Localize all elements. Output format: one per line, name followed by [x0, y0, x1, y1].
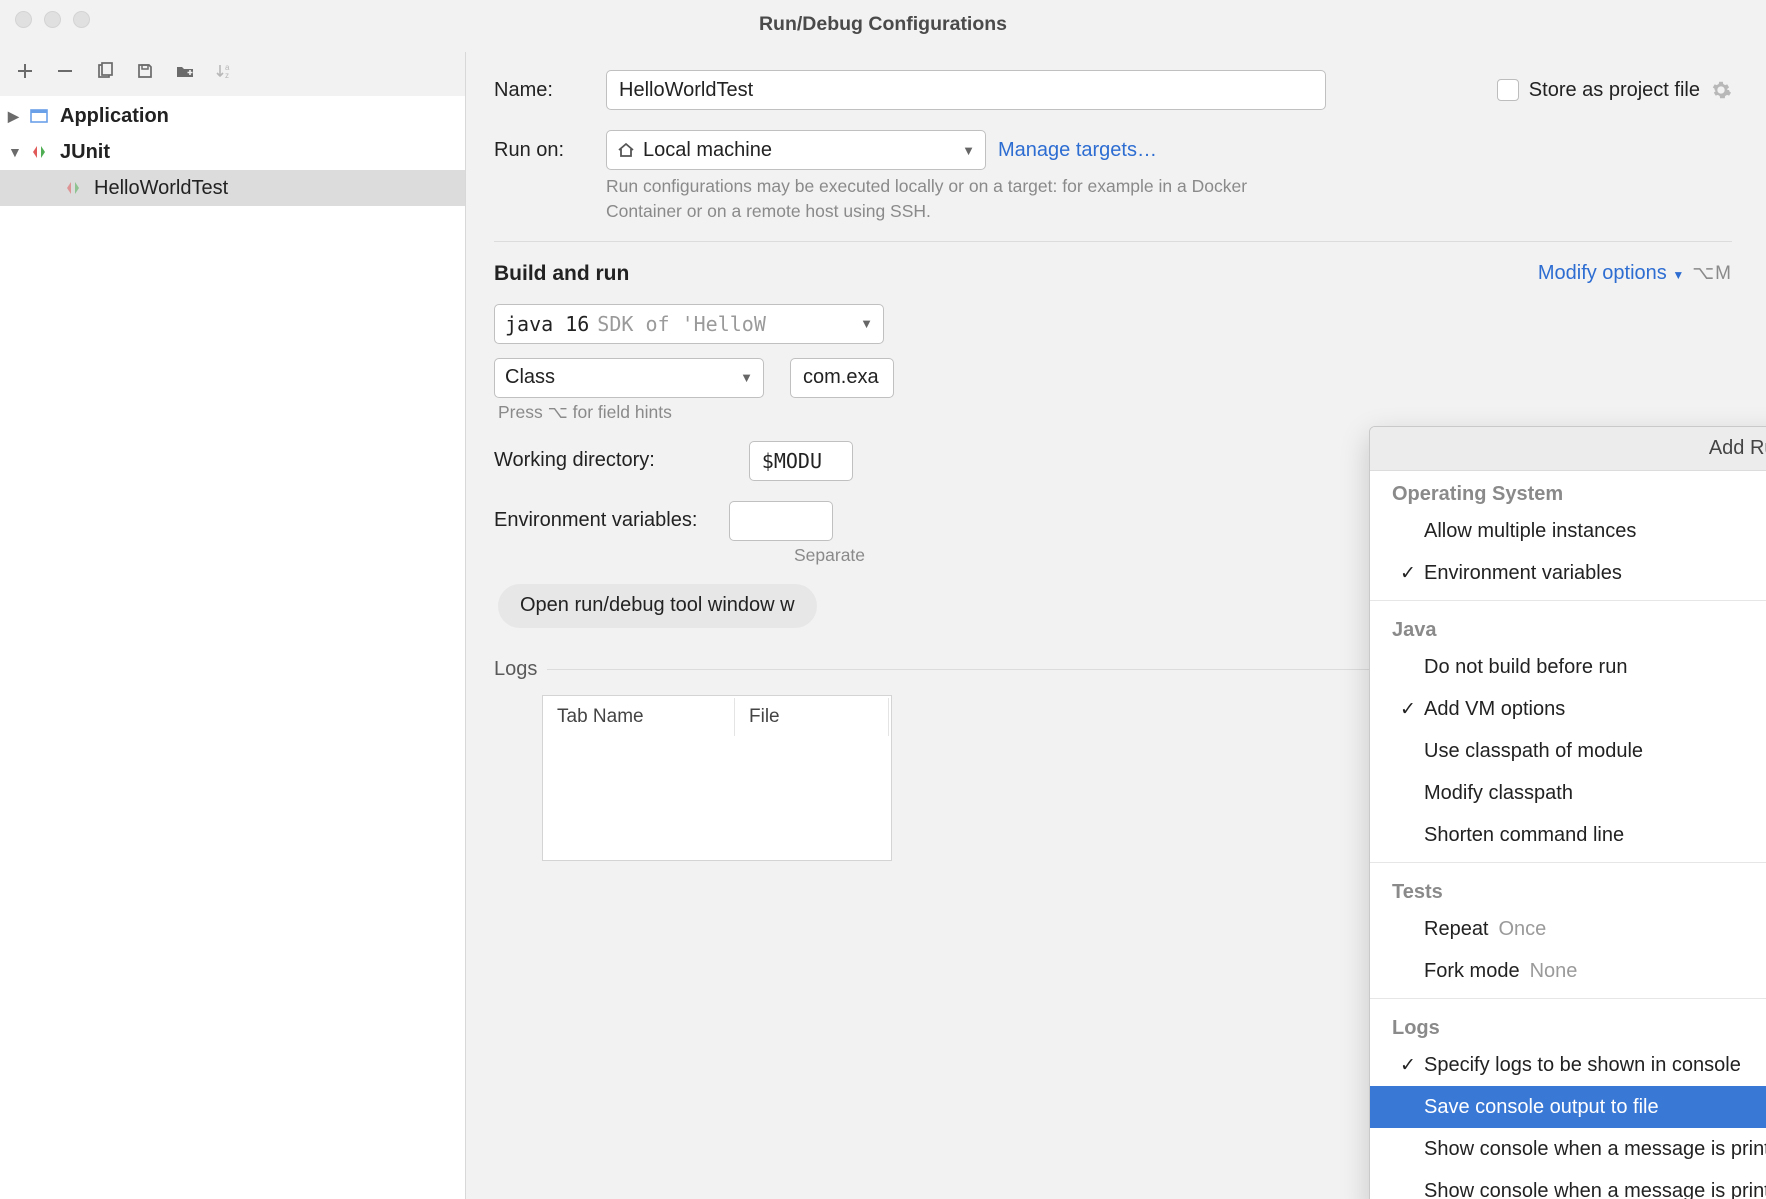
popup-item-shorten-cmdline[interactable]: Shorten command line — [1370, 814, 1766, 856]
runon-select[interactable]: Local machine ▼ — [606, 130, 986, 170]
runon-label: Run on: — [494, 139, 594, 162]
remove-config-icon[interactable] — [54, 60, 76, 82]
junit-icon — [62, 177, 84, 199]
add-config-icon[interactable] — [14, 60, 36, 82]
tree-node-application[interactable]: ▶ Application — [0, 98, 465, 134]
field-hint: Press ⌥ for field hints — [498, 402, 1732, 423]
caret-down-icon: ▼ — [860, 316, 873, 331]
popup-item-add-vm-options[interactable]: ✓ Add VM options ⌃⌥V — [1370, 688, 1766, 730]
class-name-input[interactable] — [790, 358, 894, 398]
build-and-run-title: Build and run — [494, 262, 629, 286]
jdk-select[interactable]: java 16 SDK of 'HelloW ▼ — [494, 304, 884, 344]
working-directory-label: Working directory: — [494, 449, 655, 472]
check-icon: ✓ — [1392, 562, 1424, 585]
chevron-right-icon: ▶ — [8, 108, 22, 125]
pill-label: Open run/debug tool window w — [520, 594, 795, 617]
popup-item-specify-logs[interactable]: ✓ Specify logs to be shown in console — [1370, 1044, 1766, 1086]
manage-targets-link[interactable]: Manage targets… — [998, 139, 1157, 162]
application-icon — [28, 105, 50, 127]
home-icon — [617, 141, 635, 159]
open-tool-window-pill[interactable]: Open run/debug tool window w — [498, 584, 817, 628]
runon-hint: Run configurations may be executed local… — [606, 174, 1286, 225]
configurations-sidebar: az ▶ Application ▼ JUnit HelloWorldTest — [0, 52, 466, 1199]
popup-separator — [1370, 600, 1766, 601]
popup-separator — [1370, 998, 1766, 999]
section-separator — [494, 241, 1732, 242]
config-tree: ▶ Application ▼ JUnit HelloWorldTest — [0, 96, 465, 1199]
popup-title: Add Run Options — [1370, 427, 1766, 471]
modify-options-shortcut: ⌥M — [1692, 262, 1732, 285]
popup-group-os: Operating System — [1370, 471, 1766, 510]
popup-item-use-classpath[interactable]: Use classpath of module ⌃⌥O — [1370, 730, 1766, 772]
sort-config-icon[interactable]: az — [214, 60, 236, 82]
tree-label: Application — [60, 105, 169, 128]
popup-item-show-console-stderr[interactable]: Show console when a message is printed t… — [1370, 1170, 1766, 1199]
logs-table: Tab Name File — [542, 695, 892, 861]
store-as-project-file-checkbox[interactable] — [1497, 79, 1519, 101]
logs-col-tabname: Tab Name — [545, 698, 735, 736]
popup-item-repeat[interactable]: Repeat Once ❯ — [1370, 908, 1766, 950]
tree-node-helloworldtest[interactable]: HelloWorldTest — [0, 170, 465, 206]
caret-down-icon: ▼ — [740, 370, 753, 385]
popup-item-modify-classpath[interactable]: Modify classpath — [1370, 772, 1766, 814]
jdk-secondary: SDK of 'HelloW — [597, 312, 766, 336]
tree-label: HelloWorldTest — [94, 177, 228, 200]
modify-options-link[interactable]: Modify options ▼ — [1538, 262, 1684, 285]
test-kind-value: Class — [505, 366, 555, 389]
tree-node-junit[interactable]: ▼ JUnit — [0, 134, 465, 170]
caret-down-icon: ▼ — [962, 143, 975, 158]
svg-text:z: z — [225, 71, 229, 80]
check-icon: ✓ — [1392, 1054, 1424, 1077]
test-kind-select[interactable]: Class ▼ — [494, 358, 764, 398]
window-title: Run/Debug Configurations — [0, 13, 1766, 36]
popup-item-do-not-build[interactable]: Do not build before run — [1370, 646, 1766, 688]
folder-config-icon[interactable] — [174, 60, 196, 82]
popup-separator — [1370, 862, 1766, 863]
popup-item-allow-multiple-instances[interactable]: Allow multiple instances ⌃⌥U — [1370, 510, 1766, 552]
junit-icon — [28, 141, 50, 163]
popup-item-environment-variables[interactable]: ✓ Environment variables ⌃⌥E — [1370, 552, 1766, 594]
run-debug-config-window: Run/Debug Configurations az ▶ Applicatio… — [0, 0, 1766, 1199]
env-vars-label: Environment variables: — [494, 509, 697, 532]
chevron-down-icon: ▼ — [8, 144, 22, 160]
tree-label: JUnit — [60, 141, 110, 164]
name-input[interactable] — [606, 70, 1326, 110]
popup-item-save-console-output[interactable]: Save console output to file — [1370, 1086, 1766, 1128]
store-as-project-file-label: Store as project file — [1529, 79, 1700, 102]
sidebar-toolbar: az — [0, 52, 465, 96]
popup-group-java: Java — [1370, 607, 1766, 646]
check-icon: ✓ — [1392, 698, 1424, 721]
copy-config-icon[interactable] — [94, 60, 116, 82]
save-config-icon[interactable] — [134, 60, 156, 82]
popup-group-tests: Tests — [1370, 869, 1766, 908]
env-vars-input[interactable] — [729, 501, 833, 541]
jdk-value: java 16 — [505, 312, 589, 336]
logs-section-title: Logs — [494, 658, 537, 681]
popup-item-show-console-stdout[interactable]: Show console when a message is printed t… — [1370, 1128, 1766, 1170]
logs-col-file: File — [737, 698, 889, 736]
working-directory-input[interactable] — [749, 441, 853, 481]
runon-value: Local machine — [643, 139, 772, 162]
config-form: Name: Store as project file Run on: Loca… — [466, 52, 1766, 1199]
name-label: Name: — [494, 79, 594, 102]
gear-icon[interactable] — [1710, 79, 1732, 101]
popup-group-logs: Logs — [1370, 1005, 1766, 1044]
add-run-options-popup: Add Run Options Operating System Allow m… — [1369, 426, 1766, 1199]
popup-item-fork-mode[interactable]: Fork mode None ❯ — [1370, 950, 1766, 992]
